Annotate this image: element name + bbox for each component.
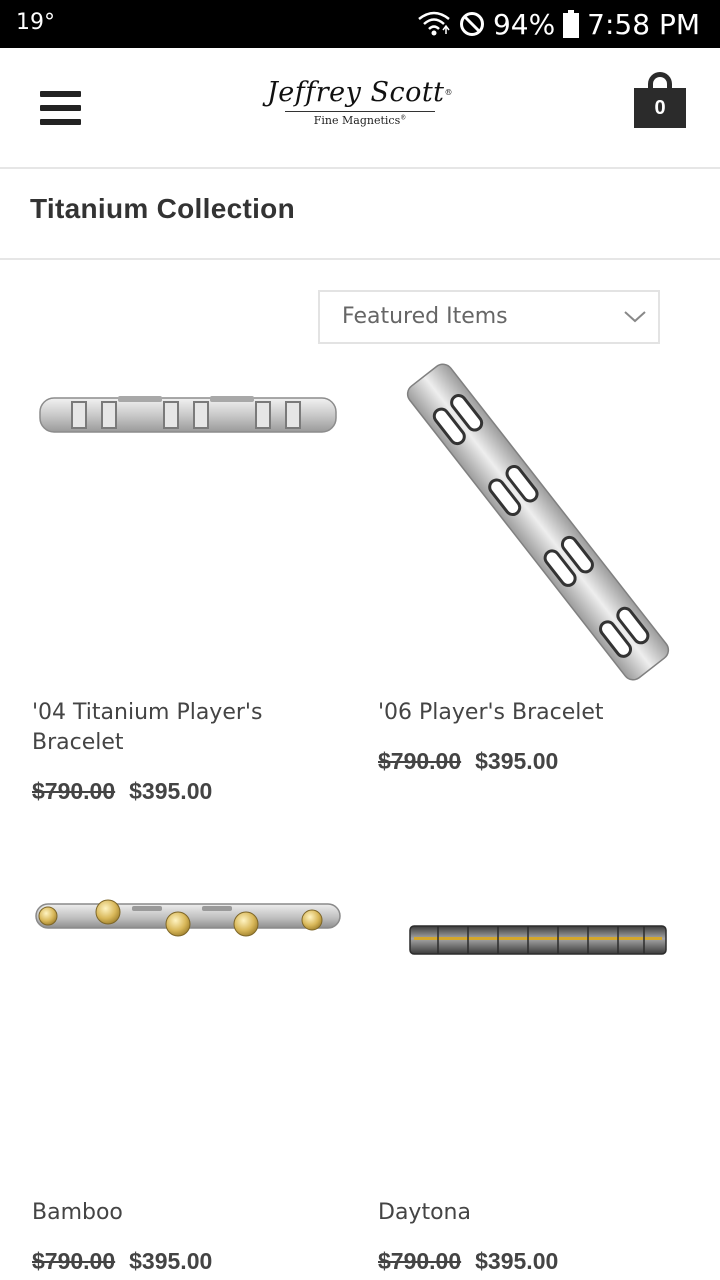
product-card[interactable]: '06 Player's Bracelet $790.00 $395.00 bbox=[378, 362, 698, 782]
price-row: $790.00 $395.00 bbox=[32, 778, 212, 805]
clock-time: 7:58 PM bbox=[587, 7, 700, 41]
chevron-down-icon bbox=[624, 310, 646, 329]
sort-dropdown[interactable]: Featured Items bbox=[318, 290, 660, 344]
do-not-disturb-icon bbox=[459, 11, 485, 37]
original-price: $790.00 bbox=[378, 1248, 462, 1274]
product-image[interactable] bbox=[378, 362, 698, 682]
sale-price: $395.00 bbox=[129, 778, 213, 804]
logo-script-text: Jeffrey Scott bbox=[266, 77, 445, 108]
product-card[interactable]: '04 Titanium Player's Bracelet $790.00 $3… bbox=[32, 362, 352, 812]
sort-selected-value: Featured Items bbox=[342, 304, 508, 329]
sale-price: $395.00 bbox=[475, 748, 559, 774]
page-title: Titanium Collection bbox=[30, 193, 295, 224]
cart-button[interactable]: 0 bbox=[634, 72, 686, 128]
brand-logo[interactable]: Jeffrey Scott® Fine Magnetics® bbox=[258, 76, 462, 140]
original-price: $790.00 bbox=[32, 778, 116, 804]
logo-subtitle: Fine Magnetics bbox=[313, 114, 401, 127]
battery-percent: 94% bbox=[492, 7, 556, 41]
product-name[interactable]: Bamboo bbox=[32, 1198, 332, 1228]
price-row: $790.00 $395.00 bbox=[32, 1248, 212, 1275]
cart-count: 0 bbox=[654, 96, 666, 119]
price-row: $790.00 $395.00 bbox=[378, 748, 558, 775]
sale-price: $395.00 bbox=[475, 1248, 559, 1274]
battery-icon bbox=[563, 10, 580, 38]
product-name[interactable]: '04 Titanium Player's Bracelet bbox=[32, 698, 332, 758]
site-header: Jeffrey Scott® Fine Magnetics® 0 bbox=[0, 48, 720, 169]
product-name[interactable]: Daytona bbox=[378, 1198, 698, 1228]
original-price: $790.00 bbox=[32, 1248, 116, 1274]
wifi-icon bbox=[417, 10, 451, 38]
hamburger-menu-icon[interactable] bbox=[40, 91, 81, 125]
title-bar: Titanium Collection bbox=[0, 169, 720, 260]
product-image[interactable] bbox=[32, 862, 352, 1182]
weather-temperature: 19° bbox=[16, 10, 55, 35]
price-row: $790.00 $395.00 bbox=[378, 1248, 558, 1275]
product-name[interactable]: '06 Player's Bracelet bbox=[378, 698, 698, 728]
product-image[interactable] bbox=[378, 862, 698, 1182]
product-image[interactable] bbox=[32, 362, 352, 682]
original-price: $790.00 bbox=[378, 748, 462, 774]
status-icons: 94% 7:58 PM bbox=[417, 6, 700, 42]
product-card[interactable]: Bamboo $790.00 $395.00 bbox=[32, 862, 352, 1280]
sale-price: $395.00 bbox=[129, 1248, 213, 1274]
status-bar: 19° 94% 7:58 PM bbox=[0, 0, 720, 48]
product-card[interactable]: Daytona $790.00 $395.00 bbox=[378, 862, 698, 1280]
